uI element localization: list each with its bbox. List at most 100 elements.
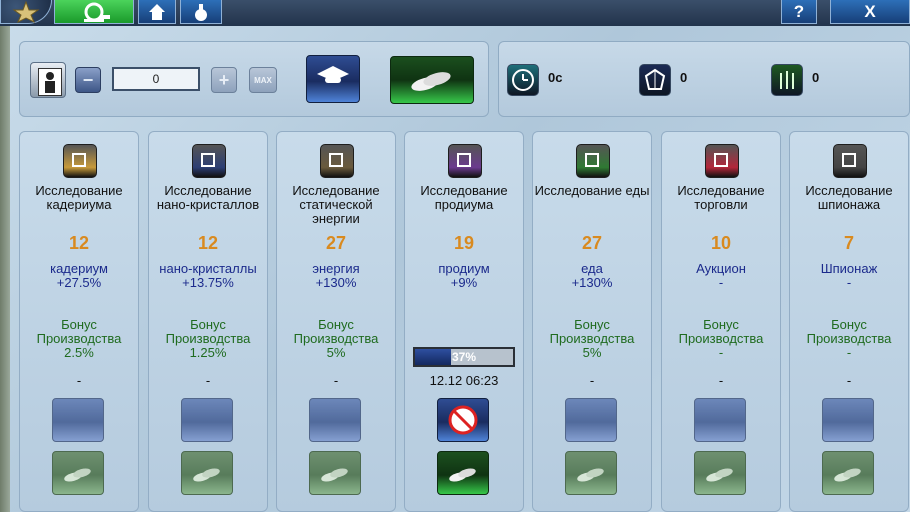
production-bonus: Бонус Производства - <box>662 318 780 360</box>
resource-info: нано-кристаллы +13.75% <box>149 262 267 290</box>
graduation-cap-icon <box>307 56 359 102</box>
production-bonus-label: Бонус Производства <box>165 317 251 346</box>
progress-label: 37% <box>451 350 477 364</box>
upgrade-button[interactable] <box>181 398 233 442</box>
cube-icon <box>63 144 97 178</box>
finish-time: 12.12 06:23 <box>429 373 499 388</box>
coins-icon <box>53 452 103 494</box>
house-icon <box>147 2 167 22</box>
tab-buildings[interactable] <box>138 0 176 24</box>
wheat-icon <box>771 64 803 96</box>
top-bar: ? X <box>0 0 910 26</box>
instant-buy-button[interactable] <box>437 451 489 495</box>
research-title: Исследование торговли <box>677 183 765 212</box>
tab-potions[interactable] <box>180 0 222 24</box>
production-bonus: Бонус Производства 5% <box>533 318 651 360</box>
food-cost-value: 0 <box>812 70 820 85</box>
build-button[interactable] <box>390 56 474 104</box>
decrease-button[interactable]: − <box>75 67 101 93</box>
instant-buy-button[interactable] <box>309 451 361 495</box>
research-status: - <box>333 373 339 388</box>
instant-buy-button[interactable] <box>181 451 233 495</box>
cancel-research-button[interactable] <box>437 398 489 442</box>
resource-bonus: - <box>718 275 724 290</box>
research-status: - <box>846 373 852 388</box>
resource-name: продиум <box>438 261 490 276</box>
production-bonus-label: Бонус Производства <box>36 317 122 346</box>
upgrade-button[interactable] <box>694 398 746 442</box>
left-edge <box>0 26 10 512</box>
instant-buy-button[interactable] <box>565 451 617 495</box>
production-bonus-value: 5% <box>326 345 346 360</box>
research-level: 10 <box>710 233 732 253</box>
resource-bonus: +130% <box>315 275 357 290</box>
upgrade-button[interactable] <box>309 398 361 442</box>
research-title: Исследование статической энергии <box>292 183 380 226</box>
instant-buy-button[interactable] <box>822 451 874 495</box>
research-card: Исследование шпионажа 7 Шпионаж - Бонус Прои… <box>789 131 909 512</box>
research-card: Исследование статической энергии 27 энерги… <box>276 131 396 512</box>
help-button[interactable]: ? <box>781 0 817 24</box>
resource-bonus: - <box>846 275 852 290</box>
crystal-icon <box>192 144 226 178</box>
research-card: Исследование кадериума 12 кадериум +27.5% Бо… <box>19 131 139 512</box>
resource-bonus: +13.75% <box>182 275 234 290</box>
unit-select-button[interactable] <box>30 62 66 98</box>
research-card: Исследование нано-кристаллов 12 нано-крист… <box>148 131 268 512</box>
research-level: 27 <box>581 233 603 253</box>
research-title: Исследование продиума <box>420 183 508 212</box>
increase-button[interactable]: + <box>211 67 237 93</box>
atom-icon <box>448 144 482 178</box>
production-bonus-value: 1.25% <box>189 345 227 360</box>
upgrade-button[interactable] <box>565 398 617 442</box>
coins-icon <box>823 452 873 494</box>
resource-bonus: +9% <box>450 275 478 290</box>
crystal-cost-value: 0 <box>680 70 688 85</box>
research-level: 19 <box>453 233 475 253</box>
production-bonus: Бонус Производства 1.25% <box>149 318 267 360</box>
upgrade-button[interactable] <box>822 398 874 442</box>
resource-info: кадериум +27.5% <box>20 262 138 290</box>
close-button[interactable]: X <box>830 0 910 24</box>
resource-name: энергия <box>312 261 360 276</box>
resource-info: продиум +9% <box>405 262 523 290</box>
research-status: - <box>205 373 211 388</box>
upgrade-button[interactable] <box>52 398 104 442</box>
production-bonus-label: Бонус Производства <box>293 317 379 346</box>
resource-info: Шпионаж - <box>790 262 908 290</box>
max-button[interactable]: MAX <box>249 67 277 93</box>
scientist-icon <box>38 68 62 96</box>
research-level: 7 <box>843 233 854 253</box>
instant-buy-button[interactable] <box>694 451 746 495</box>
coins-icon <box>695 452 745 494</box>
research-card: Исследование еды 27 еда +130% Бонус Производ… <box>532 131 652 512</box>
resource-name: нано-кристаллы <box>159 261 257 276</box>
production-bonus-label: Бонус Производства <box>678 317 764 346</box>
science-flask-icon <box>74 1 114 23</box>
production-bonus: Бонус Производства 2.5% <box>20 318 138 360</box>
coins-icon <box>310 452 360 494</box>
crystal-icon <box>639 64 671 96</box>
research-time-value: 0c <box>548 70 563 85</box>
tab-research[interactable] <box>54 0 134 24</box>
coins-icon <box>391 57 473 103</box>
quantity-input[interactable] <box>112 67 200 91</box>
coins-icon <box>182 452 232 494</box>
production-bonus-label: Бонус Производства <box>806 317 892 346</box>
resource-name: еда <box>581 261 603 276</box>
briefcase-icon <box>705 144 739 178</box>
research-card: Исследование торговли 10 Аукцион - Бонус Про… <box>661 131 781 512</box>
research-card: Исследование продиума 19 продиум +9% 37% 12.1… <box>404 131 524 512</box>
binoculars-icon <box>833 144 867 178</box>
cancel-icon <box>438 399 488 441</box>
research-title: Исследование нано-кристаллов <box>156 183 260 212</box>
production-bonus-value: - <box>718 345 724 360</box>
resource-bonus: +130% <box>571 275 613 290</box>
research-button[interactable] <box>306 55 360 103</box>
coins-icon <box>566 452 616 494</box>
research-level: 27 <box>325 233 347 253</box>
research-level: 12 <box>197 233 219 253</box>
resource-name: кадериум <box>50 261 108 276</box>
research-status: - <box>718 373 724 388</box>
instant-buy-button[interactable] <box>52 451 104 495</box>
